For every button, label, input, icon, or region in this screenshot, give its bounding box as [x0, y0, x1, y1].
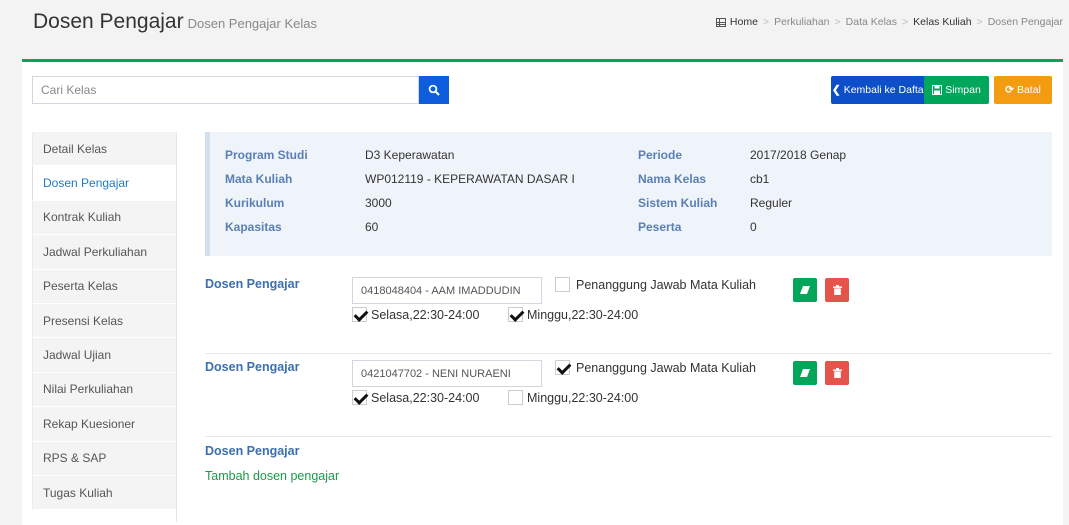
search-input[interactable]: [32, 76, 419, 104]
schedule-label: Selasa,22:30-24:00: [371, 390, 480, 405]
pj-checkbox[interactable]: [555, 277, 570, 292]
breadcrumb-home[interactable]: Home: [730, 16, 758, 28]
sistem-kuliah-value: Reguler: [750, 196, 793, 210]
edit-lecturer-button[interactable]: [793, 361, 817, 385]
schedule-minggu[interactable]: Minggu,22:30-24:00: [508, 390, 638, 405]
sidebar-item-jadwal-perkuliahan[interactable]: Jadwal Perkuliahan: [32, 235, 177, 270]
save-button[interactable]: Simpan: [924, 76, 989, 104]
breadcrumb-current: Dosen Pengajar: [987, 16, 1063, 28]
row-divider: [205, 436, 1052, 437]
sidebar-item-jadwal-ujian[interactable]: Jadwal Ujian: [32, 338, 177, 373]
sidebar-item-detail-kelas[interactable]: Detail Kelas: [32, 132, 177, 167]
eraser-icon: [800, 369, 810, 377]
schedule-checkbox[interactable]: [352, 307, 367, 322]
schedule-checkbox[interactable]: [508, 390, 523, 405]
periode-value: 2017/2018 Genap: [750, 148, 847, 162]
kapasitas-label: Kapasitas: [225, 220, 282, 234]
back-to-list-button[interactable]: ❮ Kembali ke Daftar: [831, 76, 928, 104]
page-header: Dosen Pengajar Dosen Pengajar Kelas Home …: [0, 0, 1069, 48]
chevron-left-icon: ❮: [831, 84, 841, 96]
breadcrumb: Home > Perkuliahan > Data Kelas > Kelas …: [715, 16, 1063, 28]
sidebar-item-nilai-perkuliahan[interactable]: Nilai Perkuliahan: [32, 372, 177, 408]
sidebar-item-peserta-kelas[interactable]: Peserta Kelas: [32, 269, 177, 304]
pj-label: Penanggung Jawab Mata Kuliah: [576, 277, 756, 292]
delete-lecturer-button[interactable]: [825, 278, 849, 302]
class-info-panel: Program Studi D3 Keperawatan Periode 201…: [205, 132, 1052, 256]
pj-checkbox[interactable]: [555, 360, 570, 375]
toolbar: ❮Kembali ke Daftar Simpan ⟳Batal: [22, 76, 1063, 106]
schedule-label: Minggu,22:30-24:00: [527, 307, 639, 322]
periode-label: Periode: [638, 148, 683, 162]
sidebar-item-rekap-kuesioner[interactable]: Rekap Kuesioner: [32, 407, 177, 442]
delete-lecturer-button[interactable]: [825, 361, 849, 385]
kapasitas-value: 60: [365, 220, 379, 234]
breadcrumb-perkuliahan[interactable]: Perkuliahan: [774, 16, 829, 28]
save-icon: [932, 85, 943, 95]
main-card: ❮Kembali ke Daftar Simpan ⟳Batal Detail …: [22, 59, 1063, 525]
schedule-checkbox[interactable]: [508, 307, 523, 322]
program-studi-label: Program Studi: [225, 148, 308, 162]
schedule-selasa[interactable]: Selasa,22:30-24:00: [352, 307, 479, 322]
sidebar-item-rps-sap[interactable]: RPS & SAP: [32, 441, 177, 476]
cancel-button[interactable]: ⟳ Batal: [994, 76, 1052, 104]
page-title-text: Dosen Pengajar: [33, 10, 184, 33]
schedule-label: Selasa,22:30-24:00: [371, 307, 480, 322]
kurikulum-label: Kurikulum: [225, 196, 285, 210]
lecturer-select[interactable]: 0421047702 - NENI NURAENI: [352, 360, 542, 387]
page-title: Dosen Pengajar Dosen Pengajar Kelas: [33, 10, 317, 34]
eraser-icon: [800, 286, 810, 294]
pj-checkbox-group[interactable]: Penanggung Jawab Mata Kuliah: [555, 360, 756, 375]
page-subtitle: Dosen Pengajar Kelas: [187, 16, 317, 31]
mata-kuliah-value: WP012119 - KEPERAWATAN DASAR I: [365, 172, 575, 186]
peserta-value: 0: [750, 220, 757, 234]
sistem-kuliah-label: Sistem Kuliah: [638, 196, 718, 210]
program-studi-value: D3 Keperawatan: [365, 148, 455, 162]
lecturer-select[interactable]: 0418048404 - AAM IMADDUDIN: [352, 277, 542, 304]
class-sidebar: Detail Kelas Dosen Pengajar Kontrak Kuli…: [32, 132, 177, 511]
back-to-list-label: Kembali ke Daftar: [843, 84, 928, 96]
sidebar-item-kontrak-kuliah[interactable]: Kontrak Kuliah: [32, 200, 177, 236]
trash-icon: [832, 285, 842, 295]
sidebar-item-dosen-pengajar[interactable]: Dosen Pengajar: [32, 166, 177, 201]
breadcrumb-data-kelas[interactable]: Data Kelas: [846, 16, 897, 28]
pj-label: Penanggung Jawab Mata Kuliah: [576, 360, 756, 375]
breadcrumb-kelas-kuliah[interactable]: Kelas Kuliah: [913, 16, 971, 28]
add-lecturer-label: Dosen Pengajar: [205, 444, 300, 458]
sidebar-item-tugas-kuliah[interactable]: Tugas Kuliah: [32, 475, 177, 511]
schedule-minggu[interactable]: Minggu,22:30-24:00: [508, 307, 638, 322]
peserta-label: Peserta: [638, 220, 682, 234]
add-lecturer-link[interactable]: Tambah dosen pengajar: [205, 469, 339, 483]
trash-icon: [832, 368, 842, 378]
nama-kelas-label: Nama Kelas: [638, 172, 707, 186]
search-button[interactable]: [419, 76, 449, 104]
search-icon: [428, 84, 440, 96]
mata-kuliah-label: Mata Kuliah: [225, 172, 293, 186]
sidebar-item-presensi-kelas[interactable]: Presensi Kelas: [32, 303, 177, 339]
schedule-selasa[interactable]: Selasa,22:30-24:00: [352, 390, 479, 405]
lecturer-label: Dosen Pengajar: [205, 360, 300, 374]
cancel-label: Batal: [1016, 84, 1041, 96]
pj-checkbox-group[interactable]: Penanggung Jawab Mata Kuliah: [555, 277, 756, 292]
nama-kelas-value: cb1: [750, 172, 770, 186]
edit-lecturer-button[interactable]: [793, 278, 817, 302]
schedule-label: Minggu,22:30-24:00: [527, 390, 639, 405]
row-divider: [205, 353, 1052, 354]
sidebar-divider: [176, 132, 177, 522]
lecturer-label: Dosen Pengajar: [205, 277, 300, 291]
table-icon: [715, 17, 726, 27]
schedule-checkbox[interactable]: [352, 390, 367, 405]
save-label: Simpan: [945, 84, 981, 96]
kurikulum-value: 3000: [365, 196, 392, 210]
refresh-icon: ⟳: [1005, 84, 1014, 96]
